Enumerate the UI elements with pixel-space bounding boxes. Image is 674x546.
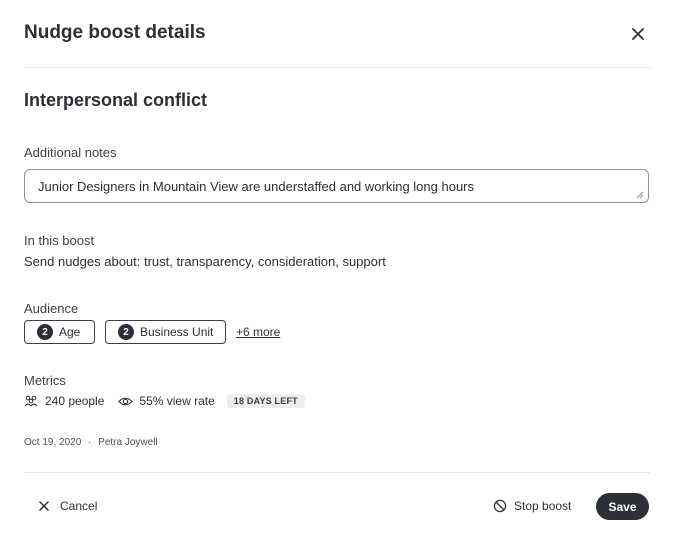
boost-description: Send nudges about: trust, transparency, … (24, 254, 386, 269)
chip-label: Age (59, 325, 81, 339)
additional-notes-field[interactable]: Junior Designers in Mountain View are un… (24, 169, 649, 203)
nudge-boost-details-modal: Nudge boost details Interpersonal confli… (0, 0, 674, 546)
audience-chip-business-unit[interactable]: 2 Business Unit (105, 320, 226, 344)
metrics-row: 240 people 55% view rate 18 DAYS LEFT (24, 393, 305, 409)
chip-count-badge: 2 (37, 324, 53, 340)
chip-count-badge: 2 (118, 324, 134, 340)
boost-label: In this boost (24, 233, 95, 248)
more-audience-link[interactable]: +6 more (236, 325, 280, 339)
audience-label: Audience (24, 301, 79, 316)
header-divider (24, 67, 650, 68)
days-left-badge: 18 DAYS LEFT (226, 394, 305, 408)
people-count: 240 people (45, 394, 105, 408)
footer-divider (24, 472, 650, 473)
prohibited-icon (493, 499, 507, 513)
close-button[interactable] (630, 26, 646, 42)
meta-info: Oct 19, 2020 · Petra Joywell (24, 437, 158, 448)
meta-date: Oct 19, 2020 (24, 437, 82, 448)
chip-label: Business Unit (140, 325, 214, 339)
meta-author: Petra Joywell (98, 437, 158, 448)
metrics-label: Metrics (24, 373, 66, 388)
eye-icon (118, 397, 134, 405)
notes-label: Additional notes (24, 145, 117, 160)
modal-header: Nudge boost details (24, 18, 650, 66)
view-rate: 55% view rate (139, 394, 215, 408)
close-icon (632, 28, 644, 40)
meta-separator: · (88, 437, 92, 448)
audience-chip-age[interactable]: 2 Age (24, 320, 95, 344)
notes-value: Junior Designers in Mountain View are un… (38, 179, 475, 194)
cancel-label: Cancel (60, 499, 98, 513)
close-icon (39, 501, 49, 511)
resize-grip-icon[interactable] (636, 191, 644, 199)
modal-title: Nudge boost details (24, 22, 206, 43)
cancel-button[interactable]: Cancel (38, 499, 97, 513)
stop-boost-label: Stop boost (514, 499, 572, 513)
stop-boost-button[interactable]: Stop boost (493, 499, 571, 513)
boost-name: Interpersonal conflict (24, 90, 208, 110)
save-button[interactable]: Save (596, 493, 649, 520)
people-icon (24, 395, 38, 407)
